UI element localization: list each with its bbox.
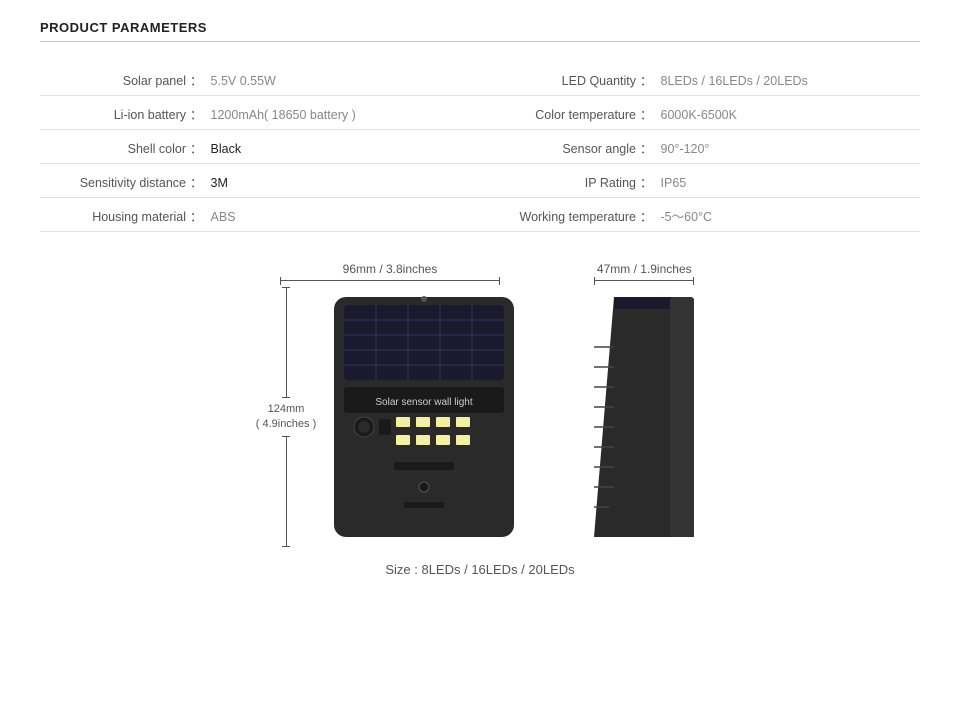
param-row: Housing material ： ABS <box>40 198 480 232</box>
device-front-container: 124mm ( 4.9inches ) <box>256 287 525 547</box>
bottom-size-label: Size : 8LEDs / 16LEDs / 20LEDs <box>40 562 920 577</box>
left-dim-label: 124mm ( 4.9inches ) <box>256 402 317 433</box>
section-title: PRODUCT PARAMETERS <box>40 20 920 42</box>
param-row: Solar panel ： 5.5V 0.55W <box>40 62 480 96</box>
param-colon: ： <box>640 206 661 225</box>
params-col-right: LED Quantity ： 8LEDs / 16LEDs / 20LEDs C… <box>480 62 920 232</box>
param-row: Sensor angle ： 90°-120° <box>480 130 920 164</box>
right-dim-arrow <box>594 280 694 281</box>
svg-text:Solar sensor wall light: Solar sensor wall light <box>376 397 473 408</box>
param-label: LED Quantity <box>480 74 640 88</box>
param-label: Color temperature <box>480 108 640 122</box>
param-row: IP Rating ： IP65 <box>480 164 920 198</box>
right-dim-label: 47mm / 1.9inches <box>597 262 692 276</box>
device-side-svg <box>584 287 704 547</box>
param-colon: ： <box>190 104 211 123</box>
param-label: Housing material <box>40 210 190 224</box>
param-value: Black <box>211 142 242 156</box>
param-value: 6000K-6500K <box>661 108 737 122</box>
param-value: 5.5V 0.55W <box>211 74 276 88</box>
param-value: IP65 <box>661 176 687 190</box>
param-label: Sensor angle <box>480 142 640 156</box>
left-dim-line-top <box>286 287 287 398</box>
param-colon: ： <box>190 172 211 191</box>
param-row: LED Quantity ： 8LEDs / 16LEDs / 20LEDs <box>480 62 920 96</box>
diagram-right: 47mm / 1.9inches <box>584 262 704 547</box>
param-colon: ： <box>640 138 661 157</box>
param-colon: ： <box>640 104 661 123</box>
param-value: -5～60°C <box>661 206 713 225</box>
right-dim-line <box>594 280 694 281</box>
top-dim-label: 96mm / 3.8inches <box>343 262 438 276</box>
param-value: 8LEDs / 16LEDs / 20LEDs <box>661 74 808 88</box>
page: PRODUCT PARAMETERS Solar panel ： 5.5V 0.… <box>0 0 960 715</box>
params-col-left: Solar panel ： 5.5V 0.55W Li-ion battery … <box>40 62 480 232</box>
top-dim-arrow <box>280 280 500 281</box>
param-label: IP Rating <box>480 176 640 190</box>
param-colon: ： <box>190 70 211 89</box>
param-row: Color temperature ： 6000K-6500K <box>480 96 920 130</box>
param-row: Shell color ： Black <box>40 130 480 164</box>
diagram-left: 96mm / 3.8inches 124mm ( 4.9inches ) <box>256 262 525 547</box>
param-value: 3M <box>211 176 228 190</box>
param-row: Li-ion battery ： 1200mAh( 18650 battery … <box>40 96 480 130</box>
param-colon: ： <box>640 172 661 191</box>
param-label: Working temperature <box>480 210 640 224</box>
param-row: Sensitivity distance ： 3M <box>40 164 480 198</box>
param-row: Working temperature ： -5～60°C <box>480 198 920 232</box>
param-colon: ： <box>190 206 211 225</box>
param-colon: ： <box>190 138 211 157</box>
diagram-area: 96mm / 3.8inches 124mm ( 4.9inches ) <box>40 262 920 547</box>
device-front-svg: Solar sensor wall light <box>324 287 524 547</box>
param-label: Solar panel <box>40 74 190 88</box>
top-dim-line <box>280 280 500 281</box>
param-label: Li-ion battery <box>40 108 190 122</box>
params-area: Solar panel ： 5.5V 0.55W Li-ion battery … <box>40 62 920 232</box>
param-colon: ： <box>640 70 661 89</box>
param-value: 90°-120° <box>661 142 710 156</box>
left-dim: 124mm ( 4.9inches ) <box>256 287 317 547</box>
param-value: ABS <box>211 210 236 224</box>
param-label: Sensitivity distance <box>40 176 190 190</box>
param-value: 1200mAh( 18650 battery ) <box>211 108 356 122</box>
left-dim-line-bottom <box>286 436 287 547</box>
param-label: Shell color <box>40 142 190 156</box>
